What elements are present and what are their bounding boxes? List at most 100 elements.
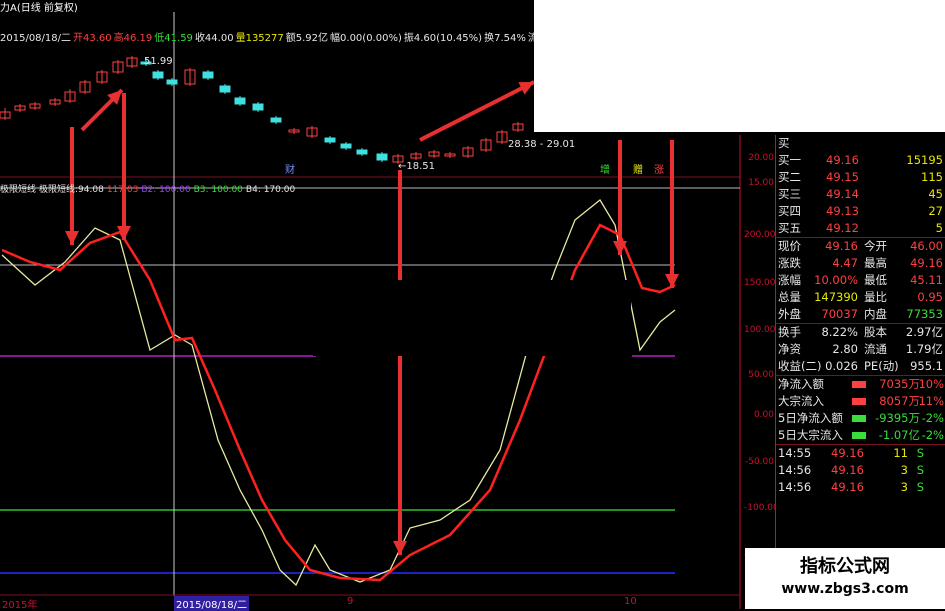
quote-label: 总量	[778, 290, 801, 304]
quote-value: 49.16	[825, 239, 858, 253]
arrow-up-2-shaft	[419, 80, 535, 142]
flow-bar	[852, 381, 866, 388]
info-item-1: 开43.60	[73, 33, 112, 44]
ohlc-info-bar: 2015/08/18/二 开43.60 高46.19 低41.59 收44.00 量135…	[0, 33, 624, 45]
watermark: 指标公式网 www.zbgs3.com	[745, 548, 945, 609]
indicator-item-4: B3: 100.00	[193, 185, 243, 195]
tick-volume: 3	[900, 463, 908, 477]
quote-label: 内盘	[864, 307, 887, 321]
occluding-box	[313, 280, 631, 356]
indicator-item-2: 117.03	[106, 185, 139, 195]
marker-zeng2: 赠	[633, 165, 643, 176]
axis-label: 15.00	[748, 178, 774, 188]
quote-row[interactable]: 总量 147390 量比 0.95	[776, 289, 945, 306]
flow-row[interactable]: 5日净流入额 -9395万 -2%	[776, 410, 945, 427]
stat-label: 股本	[864, 325, 887, 339]
axis-label: 50.00	[748, 370, 774, 380]
tick-direction: S	[916, 463, 924, 477]
indicator-item-0: 极限短线	[0, 185, 37, 195]
candle-body	[166, 79, 178, 85]
quote-row[interactable]: 外盘 70037 内盘 77353	[776, 306, 945, 323]
axis-label: -50.00	[744, 457, 774, 467]
flow-row[interactable]: 净流入额 7035万 10%	[776, 375, 945, 393]
info-item-6: 额5.92亿	[285, 33, 329, 44]
flow-pct: 10%	[918, 377, 944, 391]
candle-body	[152, 71, 164, 79]
low-price-label: ←18.51	[398, 161, 436, 172]
bid-row[interactable]: 买四 49.13 27	[776, 203, 945, 220]
bid-row[interactable]: 买二 49.15 115	[776, 169, 945, 186]
axis-label: 200.00	[744, 230, 776, 240]
quote-label: 外盘	[778, 307, 801, 321]
stat-label: 换手	[778, 325, 801, 339]
candle-body	[270, 117, 282, 123]
bid-volume: 27	[928, 204, 943, 218]
candle-body	[202, 71, 214, 79]
stat-label: PE(动)	[864, 359, 899, 373]
bid-row[interactable]: 买五 49.12 5	[776, 220, 945, 237]
bid-row[interactable]: 买	[776, 135, 945, 152]
quote-label: 最高	[864, 256, 887, 270]
window-title: 力A(日线 前复权)	[0, 3, 78, 14]
flow-pct: 11%	[918, 394, 944, 408]
quote-label: 涨跌	[778, 256, 801, 270]
candle-body	[376, 153, 388, 161]
info-item-0: 2015/08/18/二	[0, 33, 72, 44]
flow-bar	[852, 415, 866, 422]
quote-value: 49.16	[910, 256, 943, 270]
stat-value: 2.97亿	[905, 325, 943, 339]
info-item-5: 量135277	[235, 33, 284, 44]
tick-row[interactable]: 14:56 49.16 3 S	[776, 462, 945, 479]
quote-label: 今开	[864, 239, 887, 253]
info-item-2: 高46.19	[113, 33, 153, 44]
quote-panel: 买买一 49.16 15195 买二 49.15 115 买三 49.14 45 买四 49.13 2…	[775, 135, 945, 548]
quote-value: 77353	[906, 307, 943, 321]
quote-row[interactable]: 现价 49.16 今开 46.00	[776, 237, 945, 255]
candle-body	[356, 149, 368, 155]
quote-value: 10.00%	[814, 273, 858, 287]
indicator-item-1: 极限短线:94.08	[39, 185, 104, 195]
axis-month-9: 9	[347, 596, 354, 607]
flow-value: -1.07亿	[878, 428, 920, 442]
flow-label: 净流入额	[778, 377, 824, 391]
stat-row[interactable]: 净资 2.80 流通 1.79亿	[776, 341, 945, 358]
stat-row[interactable]: 收益(二) 0.026 PE(动) 955.1	[776, 358, 945, 375]
info-item-9: 换7.54%	[484, 33, 526, 44]
bid-price: 49.15	[826, 170, 859, 184]
flow-value: 8057万	[879, 394, 920, 408]
marker-zeng: 增	[600, 165, 610, 176]
arrow-down-5-head	[665, 274, 679, 288]
tick-row[interactable]: 14:55 49.16 11 S	[776, 444, 945, 462]
flow-label: 5日净流入额	[778, 411, 843, 425]
candle-body	[234, 97, 246, 105]
flow-value: 7035万	[879, 377, 920, 391]
bid-row[interactable]: 买三 49.14 45	[776, 186, 945, 203]
tick-direction: S	[916, 446, 924, 460]
tick-price: 49.16	[831, 446, 864, 460]
axis-label: 150.00	[744, 278, 776, 288]
bid-row[interactable]: 买一 49.16 15195	[776, 152, 945, 169]
tick-price: 49.16	[831, 480, 864, 494]
candle-body	[252, 103, 264, 111]
bid-label: 买三	[778, 187, 801, 201]
stat-row[interactable]: 换手 8.22% 股本 2.97亿	[776, 323, 945, 341]
axis-label: 20.00	[748, 153, 774, 163]
quote-label: 量比	[864, 290, 887, 304]
bid-volume: 115	[921, 170, 943, 184]
stat-value: 1.79亿	[905, 342, 943, 356]
marker-cai: 财	[285, 165, 295, 176]
flow-label: 大宗流入	[778, 394, 824, 408]
axis-label: 0.00	[753, 410, 774, 420]
bid-volume: 5	[935, 221, 943, 235]
quote-value: 147390	[814, 290, 858, 304]
quote-value: 70037	[821, 307, 858, 321]
info-item-4: 收44.00	[194, 33, 234, 44]
stat-label: 收益(二)	[778, 359, 822, 373]
quote-row[interactable]: 涨跌 4.47 最高 49.16	[776, 255, 945, 272]
flow-row[interactable]: 5日大宗流入 -1.07亿 -2%	[776, 427, 945, 444]
quote-row[interactable]: 涨幅 10.00% 最低 45.11	[776, 272, 945, 289]
bid-volume: 45	[928, 187, 943, 201]
flow-row[interactable]: 大宗流入 8057万 11%	[776, 393, 945, 410]
indicator-item-3: B2: 100.00	[141, 185, 191, 195]
tick-row[interactable]: 14:56 49.16 3 S	[776, 479, 945, 496]
